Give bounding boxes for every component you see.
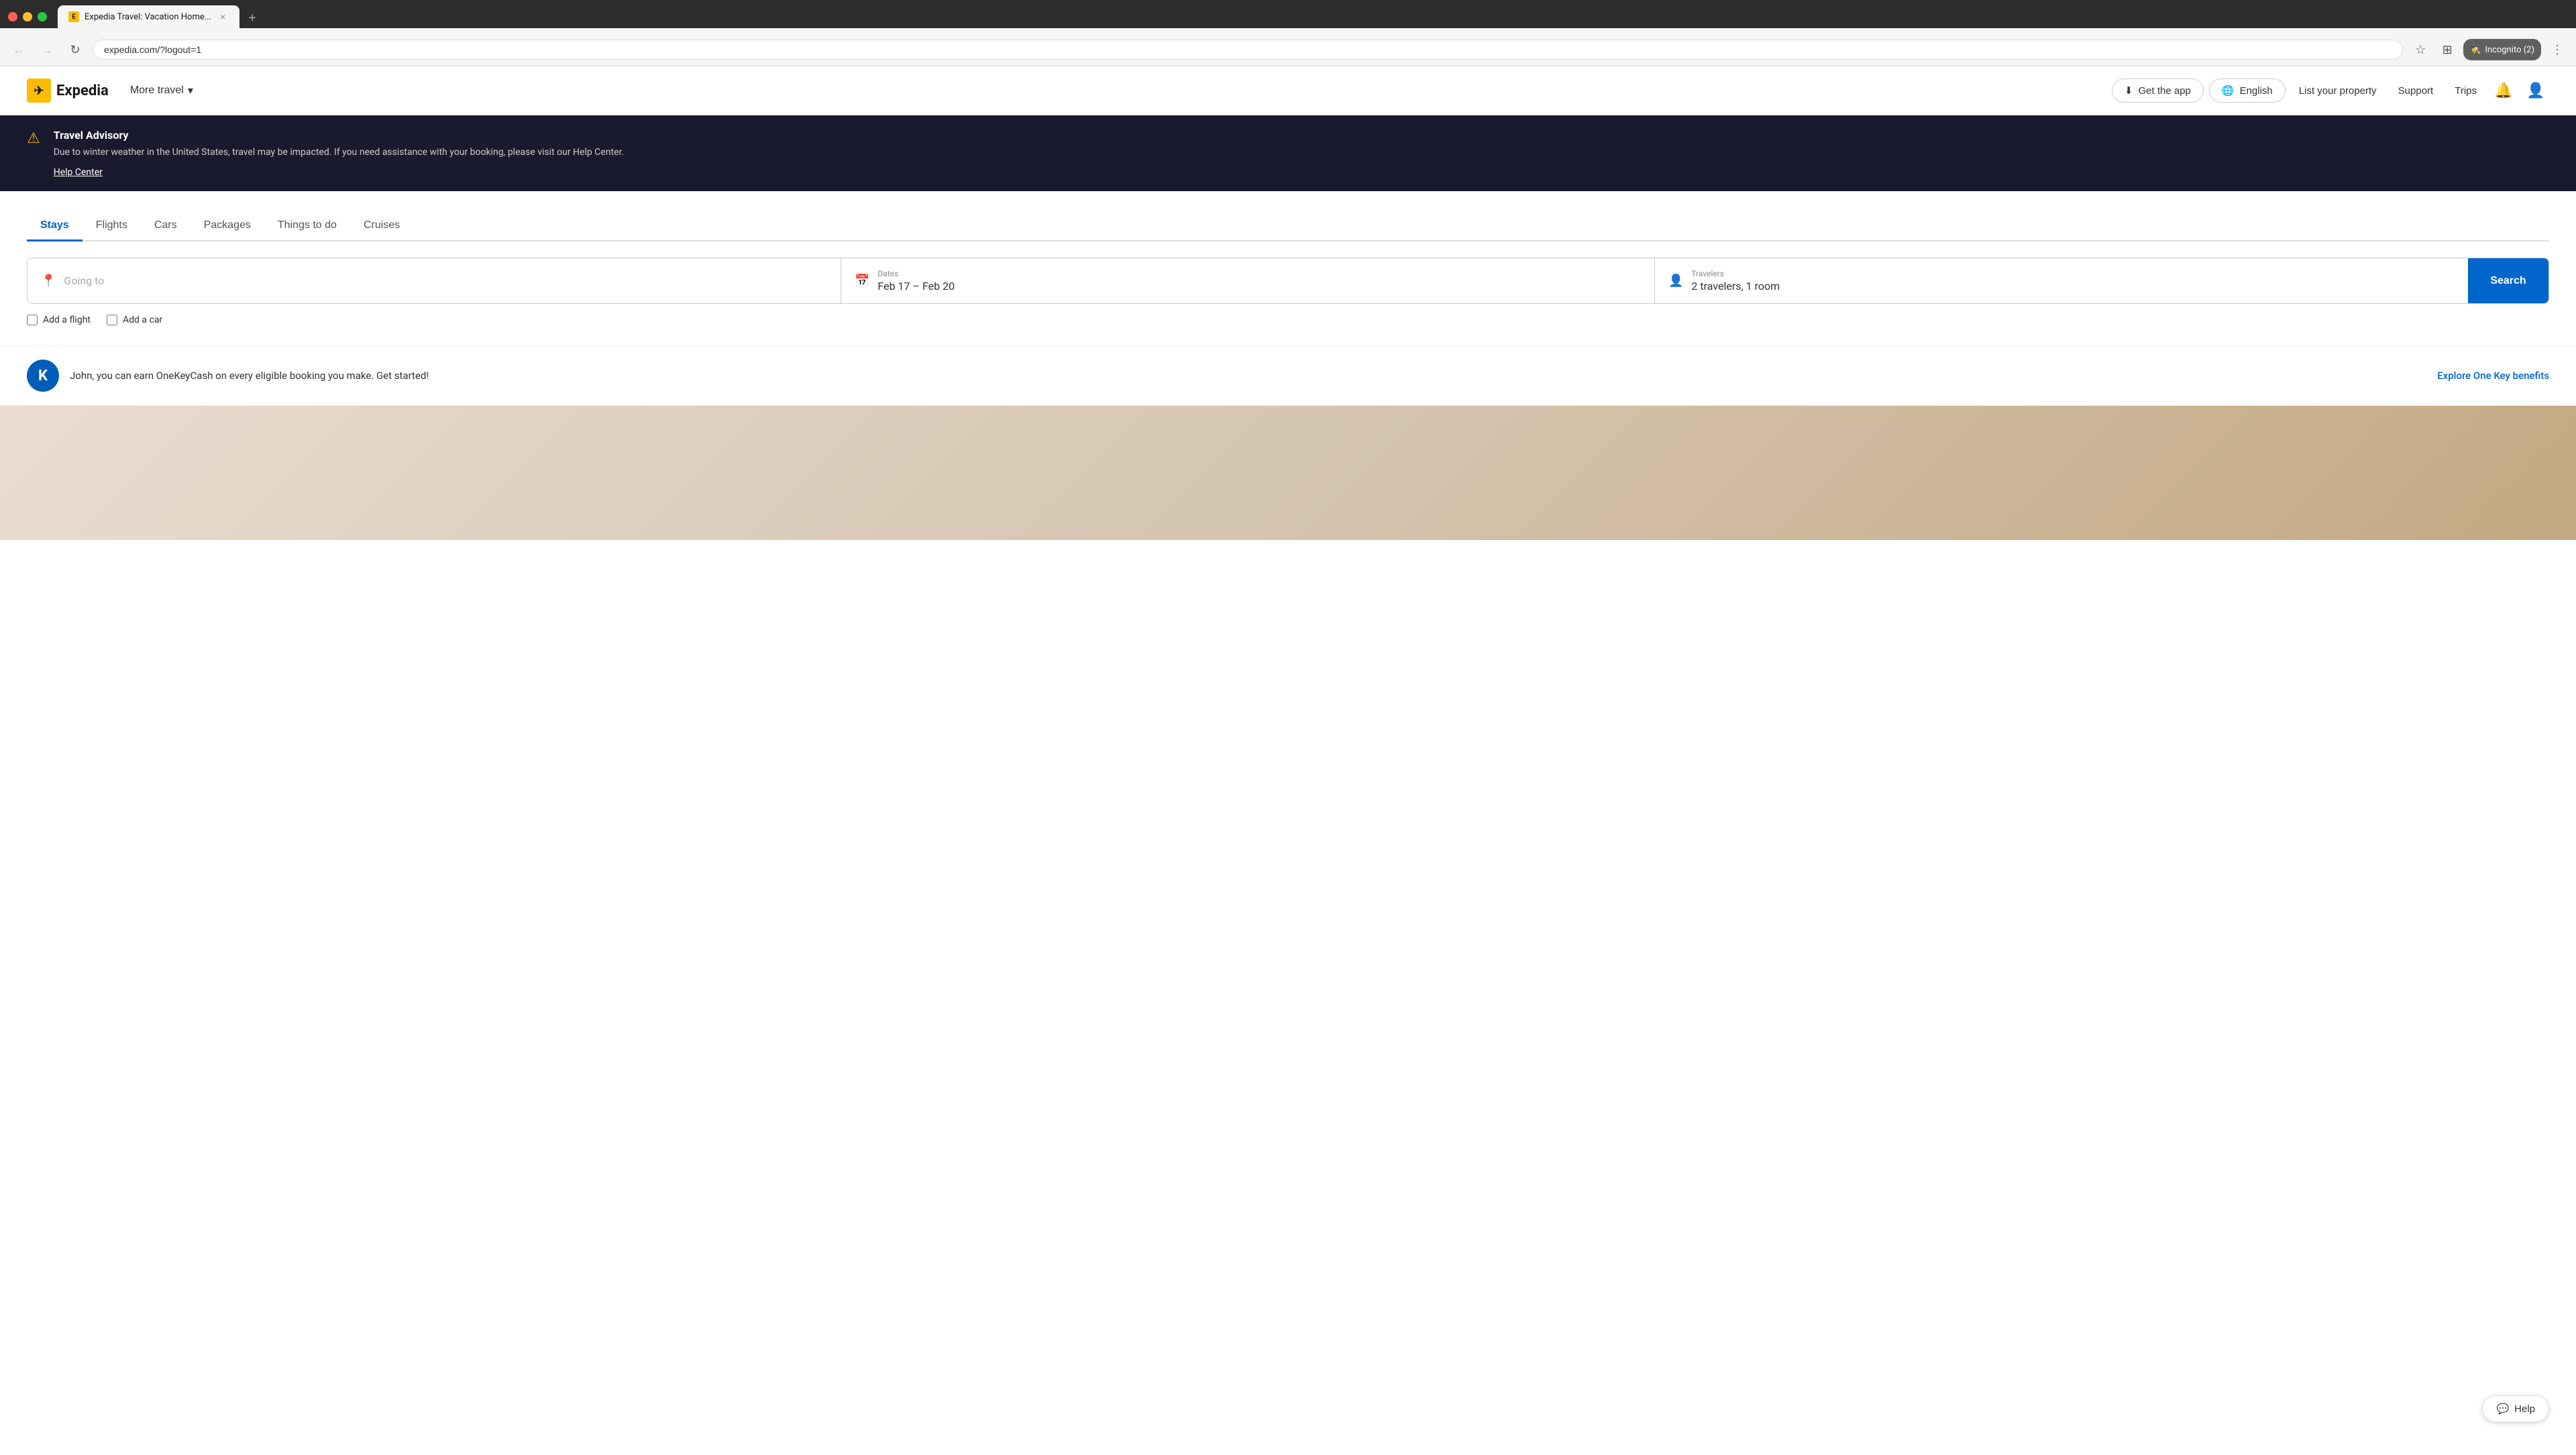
location-icon: 📍 (41, 274, 56, 288)
bookmark-button[interactable]: ☆ (2410, 39, 2431, 60)
explore-onekey-link[interactable]: Explore One Key benefits (2437, 370, 2549, 382)
header-right: ⬇ Get the app 🌐 English List your proper… (2112, 77, 2549, 104)
onekey-avatar: K (27, 360, 59, 392)
support-label: Support (2398, 85, 2434, 97)
add-flight-text: Add a flight (43, 315, 91, 325)
more-travel-label: More travel (130, 85, 184, 97)
dates-label: Dates (877, 269, 955, 278)
calendar-icon: 📅 (855, 274, 869, 288)
add-car-checkbox[interactable] (107, 315, 117, 325)
bottom-section (0, 406, 2576, 540)
title-bar: E Expedia Travel: Vacation Home... × + (8, 5, 2568, 28)
add-flight-checkbox[interactable] (27, 315, 38, 325)
travelers-label: Travelers (1691, 269, 1780, 278)
search-section: Stays Flights Cars Packages Things to do… (0, 191, 2576, 345)
close-window-button[interactable] (8, 12, 17, 21)
page-content: ✈ Expedia More travel ▾ ⬇ Get the app 🌐 … (0, 66, 2576, 1455)
incognito-icon: 🕵 (2470, 45, 2481, 55)
more-travel-button[interactable]: More travel ▾ (122, 78, 201, 103)
address-bar-actions: ☆ ⊞ 🕵 Incognito (2) ⋮ (2410, 39, 2568, 60)
add-flight-label[interactable]: Add a flight (27, 315, 91, 325)
list-property-button[interactable]: List your property (2291, 80, 2385, 102)
logo-icon: ✈ (27, 78, 51, 103)
help-button[interactable]: 💬 Help (2482, 1395, 2549, 1422)
account-button[interactable]: 👤 (2522, 77, 2549, 104)
reload-button[interactable]: ↻ (64, 39, 86, 60)
advisory-title: Travel Advisory (54, 129, 624, 142)
support-button[interactable]: Support (2390, 80, 2442, 102)
browser-menu-button[interactable]: ⋮ (2546, 39, 2568, 60)
onekey-message: John, you can earn OneKeyCash on every e… (70, 370, 429, 382)
add-car-text: Add a car (123, 315, 162, 325)
advisory-body: Due to winter weather in the United Stat… (54, 146, 624, 160)
back-button[interactable]: ← (8, 39, 30, 60)
tab-cruises[interactable]: Cruises (350, 211, 413, 241)
travelers-value: 2 travelers, 1 room (1691, 280, 1780, 292)
header-left: ✈ Expedia More travel ▾ (27, 78, 201, 103)
person-icon: 👤 (2526, 82, 2544, 99)
expedia-logo[interactable]: ✈ Expedia (27, 78, 109, 103)
minimize-window-button[interactable] (23, 12, 32, 21)
get-app-button[interactable]: ⬇ Get the app (2112, 78, 2204, 103)
map-area (0, 406, 2576, 540)
address-bar: ← → ↻ ☆ ⊞ 🕵 Incognito (2) ⋮ (0, 34, 2576, 66)
language-label: English (2240, 85, 2273, 97)
avatar-letter: K (38, 368, 48, 384)
help-icon: 💬 (2496, 1403, 2509, 1415)
active-tab[interactable]: E Expedia Travel: Vacation Home... × (58, 5, 239, 28)
tab-flights[interactable]: Flights (83, 211, 141, 241)
tab-cars[interactable]: Cars (141, 211, 191, 241)
trips-label: Trips (2455, 85, 2477, 97)
search-row: 📍 Going to 📅 Dates Feb 17 – Feb 20 👤 Tra… (27, 258, 2549, 304)
window-controls (8, 12, 47, 21)
tab-stays[interactable]: Stays (27, 211, 83, 241)
dates-field[interactable]: 📅 Dates Feb 17 – Feb 20 (841, 258, 1655, 303)
checkbox-row: Add a flight Add a car (27, 315, 2549, 325)
add-car-label[interactable]: Add a car (107, 315, 162, 325)
browser-chrome: E Expedia Travel: Vacation Home... × + (0, 0, 2576, 28)
search-tabs: Stays Flights Cars Packages Things to do… (27, 211, 2549, 241)
warning-icon: ⚠ (27, 130, 40, 147)
download-icon: ⬇ (2125, 85, 2133, 97)
tabs-bar: E Expedia Travel: Vacation Home... × + (58, 5, 262, 28)
help-label: Help (2514, 1403, 2535, 1415)
chevron-down-icon: ▾ (188, 84, 193, 97)
onekey-banner: K John, you can earn OneKeyCash on every… (0, 345, 2576, 406)
get-app-label: Get the app (2138, 85, 2190, 97)
reader-mode-button[interactable]: ⊞ (2436, 39, 2458, 60)
travelers-content: Travelers 2 travelers, 1 room (1691, 269, 1780, 292)
travelers-icon: 👤 (1668, 274, 1683, 288)
tab-close-button[interactable]: × (217, 11, 229, 23)
globe-icon: 🌐 (2222, 85, 2235, 97)
incognito-badge[interactable]: 🕵 Incognito (2) (2463, 39, 2541, 60)
bell-icon: 🔔 (2494, 82, 2512, 99)
advisory-banner: ⚠ Travel Advisory Due to winter weather … (0, 115, 2576, 191)
search-button-label: Search (2490, 275, 2526, 286)
list-property-label: List your property (2299, 85, 2377, 97)
incognito-label: Incognito (2) (2485, 45, 2534, 55)
going-to-field[interactable]: 📍 Going to (28, 258, 841, 303)
new-tab-button[interactable]: + (242, 8, 262, 28)
tab-title: Expedia Travel: Vacation Home... (85, 12, 211, 22)
dates-value: Feb 17 – Feb 20 (877, 280, 955, 292)
maximize-window-button[interactable] (38, 12, 47, 21)
going-to-content: Going to (64, 274, 104, 287)
going-to-placeholder: Going to (64, 274, 104, 287)
logo-text: Expedia (56, 83, 109, 99)
tab-packages[interactable]: Packages (191, 211, 264, 241)
trips-button[interactable]: Trips (2447, 80, 2485, 102)
onekey-left: K John, you can earn OneKeyCash on every… (27, 360, 429, 392)
search-button[interactable]: Search (2468, 258, 2548, 303)
dates-content: Dates Feb 17 – Feb 20 (877, 269, 955, 292)
travelers-field[interactable]: 👤 Travelers 2 travelers, 1 room (1655, 258, 2468, 303)
forward-button[interactable]: → (36, 39, 58, 60)
address-input[interactable] (93, 40, 2403, 60)
advisory-help-link[interactable]: Help Center (54, 167, 103, 178)
notifications-button[interactable]: 🔔 (2490, 77, 2517, 104)
advisory-content: Travel Advisory Due to winter weather in… (54, 129, 624, 178)
site-header: ✈ Expedia More travel ▾ ⬇ Get the app 🌐 … (0, 66, 2576, 115)
language-button[interactable]: 🌐 English (2209, 78, 2286, 103)
tab-favicon: E (68, 11, 79, 22)
tab-things-to-do[interactable]: Things to do (264, 211, 350, 241)
